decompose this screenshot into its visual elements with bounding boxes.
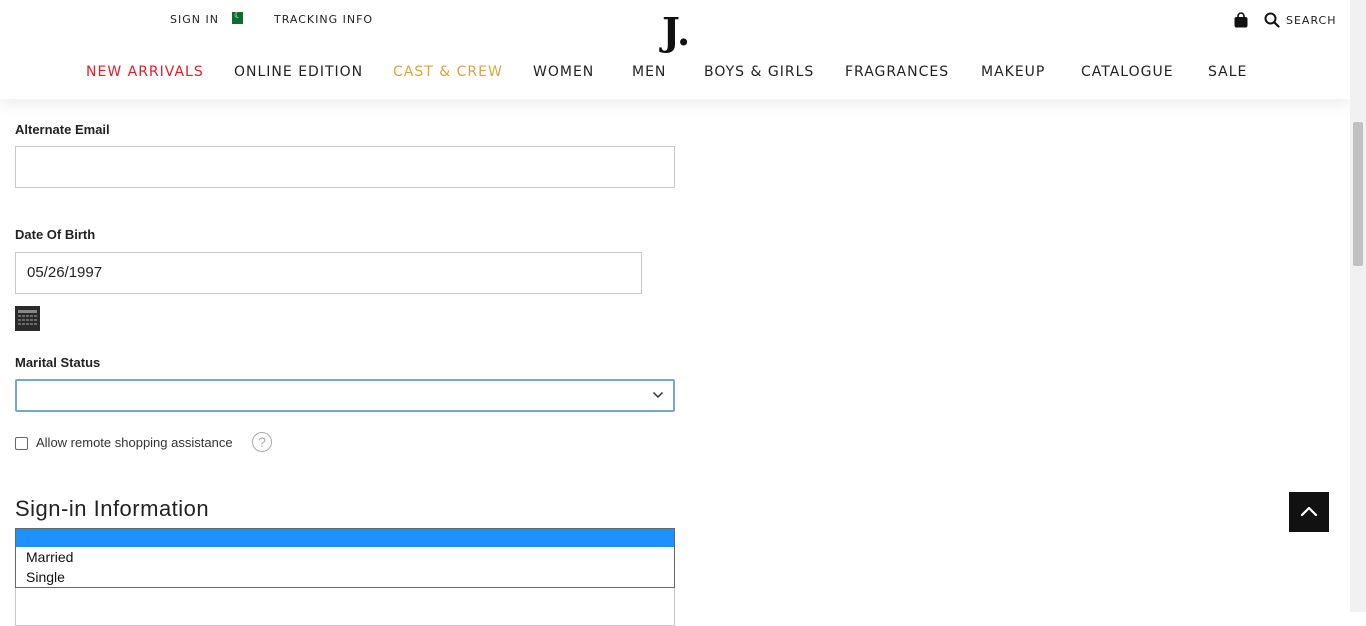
nav-cast-crew[interactable]: CAST & CREW bbox=[393, 64, 503, 84]
site-logo[interactable]: J. bbox=[662, 10, 690, 54]
date-of-birth-label: Date Of Birth bbox=[15, 227, 96, 242]
help-icon[interactable]: ? bbox=[252, 432, 272, 452]
search-icon bbox=[1264, 12, 1280, 28]
sign-in-link[interactable]: SIGN IN bbox=[170, 13, 219, 26]
marital-status-options[interactable]: Married Single bbox=[15, 528, 675, 588]
site-header: SIGN IN TRACKING INFO J. SEARCH NEW ARRI… bbox=[0, 0, 1350, 99]
option-single[interactable]: Single bbox=[16, 567, 674, 587]
nav-sale[interactable]: SALE bbox=[1208, 64, 1247, 84]
marital-status-select[interactable] bbox=[15, 379, 675, 412]
alternate-email-label: Alternate Email bbox=[15, 122, 110, 137]
marital-status-label: Marital Status bbox=[15, 355, 101, 370]
nav-new-arrivals[interactable]: NEW ARRIVALS bbox=[86, 64, 204, 84]
pakistan-flag-icon[interactable] bbox=[228, 10, 243, 24]
nav-boys-girls[interactable]: BOYS & GIRLS bbox=[704, 64, 814, 84]
option-married[interactable]: Married bbox=[16, 547, 674, 567]
nav-fragrances[interactable]: FRAGRANCES bbox=[845, 64, 949, 84]
remote-assistance-label[interactable]: Allow remote shopping assistance bbox=[36, 435, 233, 450]
alternate-email-field[interactable] bbox=[15, 146, 675, 188]
arrow-up-icon bbox=[1300, 506, 1318, 517]
search-label: SEARCH bbox=[1286, 13, 1337, 27]
page-scrollbar[interactable] bbox=[1350, 0, 1366, 612]
calendar-icon[interactable] bbox=[15, 306, 40, 331]
scrollbar-thumb[interactable] bbox=[1353, 122, 1363, 266]
option-blank[interactable] bbox=[16, 529, 674, 547]
remote-assistance-checkbox[interactable] bbox=[15, 437, 28, 450]
nav-makeup[interactable]: MAKEUP bbox=[981, 64, 1045, 84]
shopping-bag-icon[interactable] bbox=[1233, 12, 1249, 28]
date-of-birth-field[interactable]: 05/26/1997 bbox=[15, 252, 642, 294]
tracking-info-link[interactable]: TRACKING INFO bbox=[274, 13, 373, 26]
search-button[interactable]: SEARCH bbox=[1264, 11, 1337, 29]
nav-online-edition[interactable]: ONLINE EDITION bbox=[234, 64, 363, 84]
chevron-down-icon bbox=[652, 391, 664, 399]
nav-men[interactable]: MEN bbox=[632, 64, 666, 84]
back-to-top-button[interactable] bbox=[1289, 492, 1329, 532]
hidden-input-field[interactable] bbox=[15, 586, 675, 626]
nav-women[interactable]: WOMEN bbox=[533, 64, 594, 84]
nav-catalogue[interactable]: CATALOGUE bbox=[1081, 64, 1174, 84]
sign-in-information-heading: Sign-in Information bbox=[15, 496, 210, 521]
